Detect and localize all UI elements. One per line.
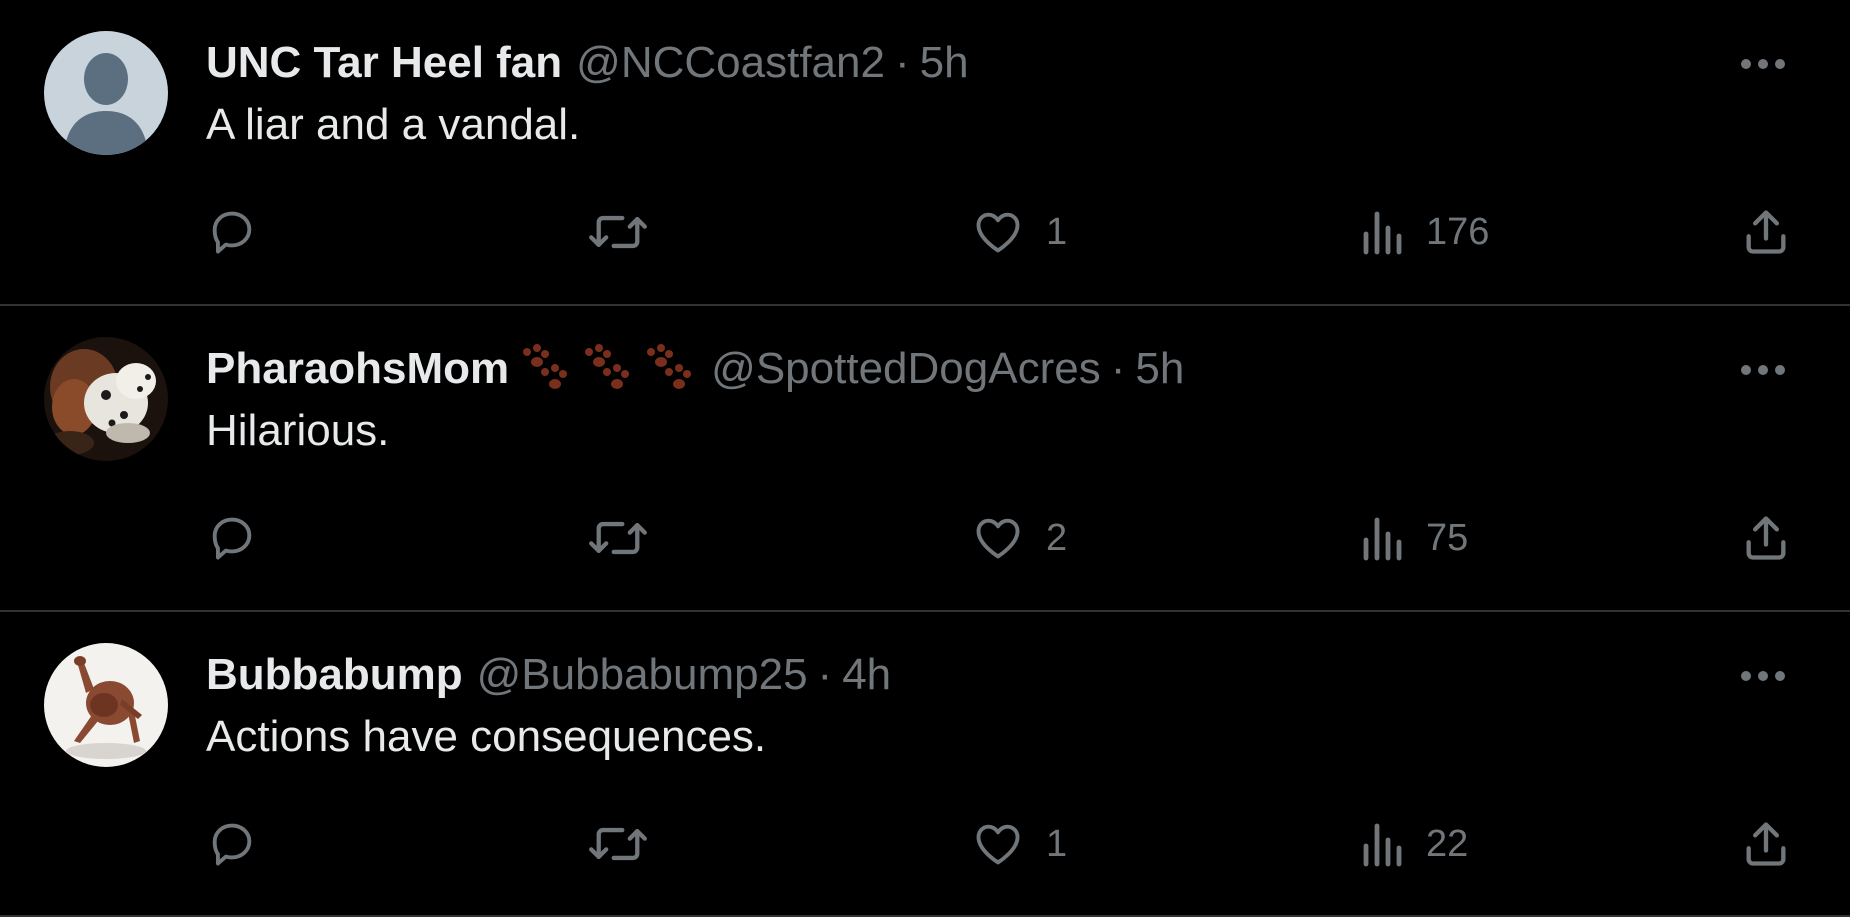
reply-icon — [212, 211, 252, 254]
reply-feed: UNC Tar Heel fan @NCCoastfan2 · 5h A lia… — [0, 0, 1850, 917]
share-icon — [1746, 516, 1786, 560]
retweet-button[interactable] — [588, 812, 648, 876]
timestamp[interactable]: 5h — [920, 38, 969, 88]
avatar[interactable] — [44, 337, 168, 461]
retweet-button[interactable] — [588, 200, 648, 264]
separator-dot: · — [894, 38, 910, 87]
figure-photo-icon — [44, 643, 168, 767]
tweet-header: PharaohsMom @SpottedDogAcres · 5h — [206, 338, 1184, 400]
views-button[interactable]: 22 — [1360, 812, 1468, 876]
retweet-button[interactable] — [588, 506, 648, 570]
views-icon — [1363, 823, 1402, 867]
share-button[interactable] — [1740, 200, 1792, 264]
reply-icon — [212, 823, 252, 866]
like-count: 2 — [1046, 516, 1068, 559]
share-button[interactable] — [1740, 812, 1792, 876]
tweet-text: A liar and a vandal. — [206, 100, 581, 149]
like-button[interactable]: 2 — [972, 506, 1067, 570]
reply-button[interactable] — [206, 200, 258, 264]
username-handle[interactable]: @Bubbabump25 — [477, 650, 808, 700]
more-button[interactable] — [1738, 350, 1788, 390]
paw-prints-emoji — [517, 340, 697, 398]
reply-button[interactable] — [206, 812, 258, 876]
retweet-icon — [589, 521, 647, 555]
view-count: 75 — [1426, 516, 1469, 559]
display-name[interactable]: UNC Tar Heel fan — [206, 38, 562, 88]
more-icon — [1741, 59, 1785, 69]
retweet-icon — [589, 215, 647, 249]
views-icon — [1363, 517, 1402, 561]
more-button[interactable] — [1738, 44, 1788, 84]
tweet-header: Bubbabump @Bubbabump25 · 4h — [206, 644, 891, 706]
views-icon — [1363, 211, 1402, 255]
tweet-item[interactable]: PharaohsMom @SpottedDogAcres · 5h Hilari… — [0, 306, 1850, 612]
like-button[interactable]: 1 — [972, 812, 1067, 876]
reply-button[interactable] — [206, 506, 258, 570]
more-button[interactable] — [1738, 656, 1788, 696]
username-handle[interactable]: @SpottedDogAcres — [711, 344, 1101, 394]
heart-icon — [976, 518, 1020, 559]
heart-icon — [976, 212, 1020, 253]
display-name[interactable]: PharaohsMom — [206, 344, 509, 394]
reply-icon — [212, 517, 252, 560]
views-button[interactable]: 75 — [1360, 506, 1468, 570]
timestamp[interactable]: 4h — [842, 650, 891, 700]
like-button[interactable]: 1 — [972, 200, 1067, 264]
display-name[interactable]: Bubbabump — [206, 650, 463, 700]
view-count: 176 — [1426, 210, 1490, 253]
paw-prints-icon — [523, 344, 692, 389]
separator-dot: · — [1110, 344, 1126, 393]
tweet-text: Hilarious. — [206, 406, 390, 455]
tweet-text: Actions have consequences. — [206, 712, 767, 761]
like-count: 1 — [1046, 210, 1068, 253]
username-handle[interactable]: @NCCoastfan2 — [576, 38, 885, 88]
separator-dot: · — [817, 650, 833, 699]
retweet-icon — [589, 827, 647, 861]
view-count: 22 — [1426, 822, 1469, 865]
timestamp[interactable]: 5h — [1135, 344, 1184, 394]
views-button[interactable]: 176 — [1360, 200, 1489, 264]
share-button[interactable] — [1740, 506, 1792, 570]
heart-icon — [976, 824, 1020, 865]
tweet-header: UNC Tar Heel fan @NCCoastfan2 · 5h — [206, 32, 969, 94]
avatar[interactable] — [44, 643, 168, 767]
share-icon — [1746, 822, 1786, 866]
dalmatian-photo-icon — [44, 337, 168, 461]
more-icon — [1741, 671, 1785, 681]
avatar[interactable] — [44, 31, 168, 155]
share-icon — [1746, 210, 1786, 254]
tweet-item[interactable]: UNC Tar Heel fan @NCCoastfan2 · 5h A lia… — [0, 0, 1850, 306]
tweet-item[interactable]: Bubbabump @Bubbabump25 · 4h Actions have… — [0, 612, 1850, 917]
like-count: 1 — [1046, 822, 1068, 865]
more-icon — [1741, 365, 1785, 375]
default-avatar-icon — [44, 31, 168, 155]
